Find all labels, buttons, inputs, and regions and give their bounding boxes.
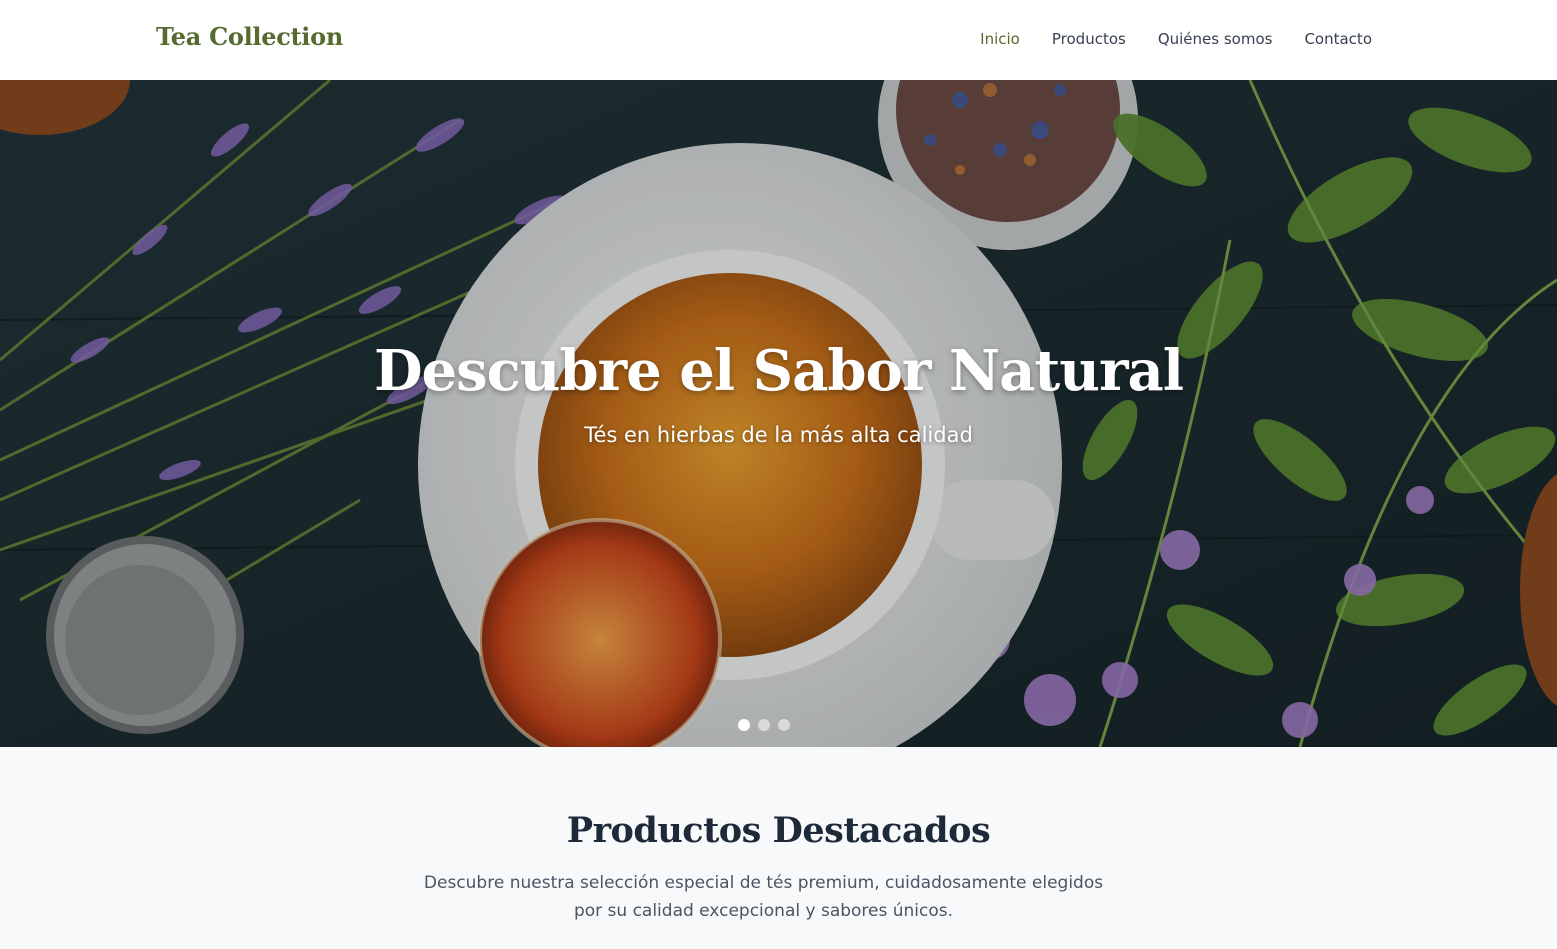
section-description: Descubre nuestra selección especial de t… [423,873,1104,921]
nav-item-quienes-somos[interactable]: Quiénes somos [1158,30,1273,48]
site-header: Tea Collection Inicio Productos Quiénes … [0,0,1557,80]
featured-products-section: Productos Destacados Descubre nuestra se… [0,747,1557,949]
carousel-dot-3[interactable] [778,719,790,731]
carousel-indicators [738,719,790,731]
brand-logo[interactable]: Tea Collection [156,22,343,51]
hero-subtitle: Tés en hierbas de la más alta calidad [584,423,973,447]
nav-item-contacto[interactable]: Contacto [1304,30,1372,48]
main-nav: Inicio Productos Quiénes somos Contacto [980,30,1372,48]
carousel-dot-2[interactable] [758,719,770,731]
hero-title: Descubre el Sabor Natural [373,338,1184,404]
nav-item-productos[interactable]: Productos [1052,30,1126,48]
carousel-dot-1[interactable] [738,719,750,731]
nav-item-inicio[interactable]: Inicio [980,30,1020,48]
section-title: Productos Destacados [566,810,991,851]
hero-overlay [0,80,1557,747]
hero-carousel: Descubre el Sabor Natural Tés en hierbas… [0,80,1557,747]
